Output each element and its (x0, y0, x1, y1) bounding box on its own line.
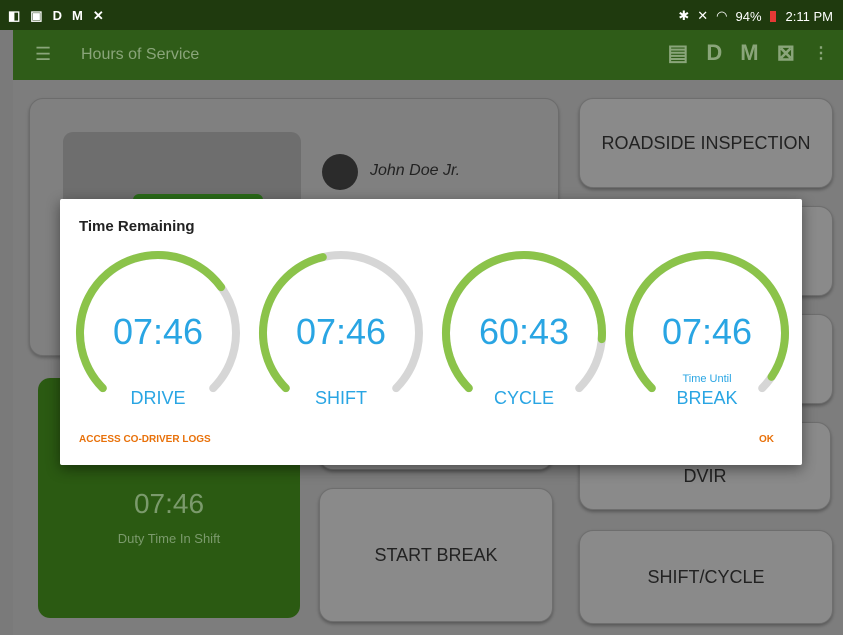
roadside-inspection-button[interactable]: ROADSIDE INSPECTION (579, 98, 833, 188)
overflow-menu-icon[interactable]: ⋮ (813, 43, 829, 63)
break-time-value: 07:46 (661, 311, 753, 352)
clock: 2:11 PM (785, 8, 833, 24)
break-gauge: 07:46 Time Until BREAK (623, 249, 791, 417)
driver-name: John Doe Jr. (370, 162, 461, 179)
drive-gauge: 07:46 DRIVE (74, 249, 242, 417)
shift-time-value: 07:46 (295, 311, 387, 352)
break-label: BREAK (676, 388, 738, 408)
tools-icon: ✕ (92, 8, 104, 23)
action-m-button[interactable]: M (740, 40, 758, 66)
start-break-button[interactable]: START BREAK (319, 488, 553, 622)
access-co-driver-logs-button[interactable]: ACCESS CO-DRIVER LOGS (79, 434, 211, 445)
shift-cycle-button[interactable]: SHIFT/CYCLE (579, 530, 833, 624)
menu-icon[interactable]: ☰ (35, 44, 51, 65)
battery-icon (769, 10, 776, 22)
no-signal-icon: ✕ (697, 8, 709, 23)
action-d-button[interactable]: D (706, 40, 722, 66)
app-bar: ☰ Hours of Service ▤ D M ⊠ ⋮ (13, 30, 843, 80)
duty-time-label: Duty Time In Shift (117, 531, 221, 546)
cycle-label: CYCLE (493, 388, 555, 408)
ok-button[interactable]: OK (759, 434, 774, 445)
avatar (322, 154, 358, 190)
close-box-icon[interactable]: ⊠ (777, 40, 795, 66)
status-m-icon: M (71, 8, 83, 23)
status-bar-left: ◧ ▣ D M ✕ (8, 8, 104, 24)
message-icon[interactable]: ▤ (668, 40, 689, 66)
status-bar-right: ✱ ✕ ◠ 94% 2:11 PM (678, 8, 833, 24)
wifi-icon: ◠ (716, 8, 728, 23)
drive-label: DRIVE (130, 388, 186, 408)
status-d-icon: D (52, 8, 62, 23)
duty-time-value: 07:46 (133, 488, 205, 519)
bluetooth-icon: ✱ (678, 8, 690, 23)
drive-time-value: 07:46 (112, 311, 204, 352)
notification-icon: ◧ (8, 8, 21, 23)
battery-percent: 94% (735, 8, 762, 24)
time-remaining-dialog: Time Remaining 07:46 DRIVE 07:46 SHIFT 6… (60, 199, 802, 465)
status-bar: ◧ ▣ D M ✕ ✱ ✕ ◠ 94% 2:11 PM (0, 0, 843, 30)
app-bar-actions: ▤ D M ⊠ ⋮ (668, 40, 829, 66)
cycle-time-value: 60:43 (478, 311, 570, 352)
shift-label: SHIFT (315, 388, 367, 408)
break-sublabel: Time Until (682, 373, 732, 385)
page-title: Hours of Service (81, 46, 200, 63)
screenshot-icon: ▣ (30, 8, 43, 23)
dialog-title: Time Remaining (79, 218, 195, 235)
cycle-gauge: 60:43 CYCLE (440, 249, 608, 417)
shift-gauge: 07:46 SHIFT (257, 249, 425, 417)
